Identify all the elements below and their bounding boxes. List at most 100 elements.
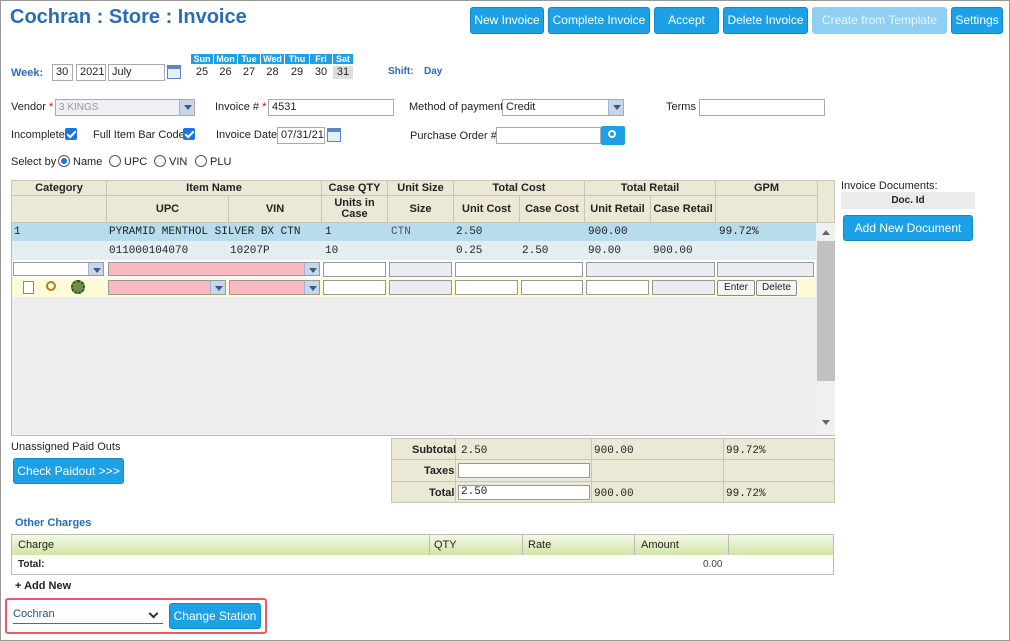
scroll-up-icon[interactable] (822, 230, 830, 235)
other-charges-header (12, 535, 833, 555)
delete-invoice-button[interactable]: Delete Invoice (723, 7, 808, 34)
divider (634, 535, 635, 555)
change-station-button[interactable]: Change Station (169, 603, 261, 629)
add-document-button[interactable]: Add New Document (843, 215, 973, 241)
search-button[interactable] (601, 126, 625, 145)
total-label: Total (429, 487, 455, 499)
grid-scrollbar[interactable] (817, 223, 835, 435)
calendar-icon[interactable] (327, 128, 341, 142)
new-invoice-button[interactable]: New Invoice (470, 7, 544, 34)
payment-method-select[interactable]: Credit (502, 99, 624, 116)
unit-size-input (389, 262, 452, 277)
divider (429, 535, 430, 555)
day-number-sat[interactable]: 31 (333, 66, 353, 79)
unit-retail-input[interactable] (586, 280, 649, 295)
row-units: 10 (325, 245, 339, 257)
day-header-thu: Thu (285, 54, 309, 64)
scroll-down-icon[interactable] (822, 420, 830, 425)
gear-icon[interactable] (71, 280, 85, 294)
select-by-upc-radio[interactable] (109, 155, 121, 167)
week-month-input[interactable]: July (108, 64, 165, 81)
day-number-sun[interactable]: 25 (191, 66, 213, 79)
units-in-case-input[interactable] (323, 280, 386, 295)
upc-input[interactable] (108, 280, 226, 295)
select-by-plu-radio[interactable] (195, 155, 207, 167)
terms-input[interactable] (699, 99, 825, 116)
table-row[interactable]: 1 PYRAMID MENTHOL SILVER BX CTN 1 CTN 2.… (12, 223, 816, 241)
full-barcode-label: Full Item Bar Code (93, 129, 185, 141)
header-blank-gpm (715, 195, 818, 223)
charges-total-value: 0.00 (703, 559, 723, 570)
row-case-cost: 2.50 (522, 245, 549, 257)
paidouts-label: Unassigned Paid Outs (11, 441, 121, 453)
row-unit-cost: 0.25 (456, 245, 483, 257)
subtotal-retail: 900.00 (594, 445, 634, 457)
total-cost-input[interactable] (455, 262, 583, 277)
day-number-wed[interactable]: 28 (261, 66, 284, 79)
invoice-number-label: Invoice # * (215, 101, 267, 113)
full-barcode-checkbox[interactable] (183, 128, 195, 140)
accept-button[interactable]: Accept (654, 7, 719, 34)
invoice-date-input[interactable]: 07/31/21 (277, 127, 325, 144)
day-header-wed: Wed (261, 54, 284, 64)
purchase-order-input[interactable] (496, 127, 601, 144)
select-by-name-radio[interactable] (58, 155, 70, 167)
case-cost-input[interactable] (521, 280, 583, 295)
qty-header: QTY (434, 539, 457, 551)
row-total-retail: 900.00 (588, 226, 628, 238)
scrollbar-thumb[interactable] (817, 241, 835, 381)
unit-cost-input[interactable] (455, 280, 518, 295)
item-name-input[interactable] (108, 262, 320, 276)
delete-row-button[interactable]: Delete (756, 280, 797, 296)
day-header-fri: Fri (310, 54, 332, 64)
add-new-charge-link[interactable]: + Add New (15, 580, 71, 592)
taxes-input[interactable] (458, 463, 590, 478)
vin-input[interactable] (229, 280, 320, 295)
week-day-input[interactable]: 30 (52, 64, 73, 81)
day-number-mon[interactable]: 26 (214, 66, 237, 79)
vendor-select[interactable]: 3 KINGS (55, 99, 195, 116)
check-paidout-button[interactable]: Check Paidout >>> (13, 458, 124, 484)
table-row[interactable]: 011000104070 10207P 10 0.25 2.50 90.00 9… (12, 241, 816, 260)
category-select[interactable] (13, 262, 104, 276)
header-units-in-case: Units in Case (321, 195, 388, 223)
chevron-down-icon (88, 263, 103, 275)
header-item-name: Item Name (106, 180, 322, 196)
search-icon (608, 130, 616, 138)
new-item-icon[interactable] (23, 281, 34, 294)
row-unit-retail: 90.00 (588, 245, 622, 257)
day-number-fri[interactable]: 30 (310, 66, 332, 79)
chevron-down-icon (304, 281, 319, 294)
station-select[interactable]: Cochran (13, 608, 163, 624)
magnifier-icon[interactable] (46, 281, 56, 291)
incomplete-checkbox[interactable] (65, 128, 77, 140)
purchase-order-label: Purchase Order # (410, 130, 497, 142)
enter-button[interactable]: Enter (717, 280, 755, 296)
header-gpm: GPM (715, 180, 818, 196)
row-unit-size: CTN (391, 226, 411, 238)
row-vin: 10207P (230, 245, 270, 257)
day-number-tue[interactable]: 27 (238, 66, 260, 79)
select-by-vin-radio[interactable] (154, 155, 166, 167)
divider (391, 481, 835, 482)
page-title: Cochran : Store : Invoice (10, 6, 247, 28)
select-by-vin-label: VIN (169, 156, 188, 168)
create-from-template-button[interactable]: Create from Template (812, 7, 947, 34)
complete-invoice-button[interactable]: Complete Invoice (548, 7, 650, 34)
header-filler (817, 180, 835, 223)
case-qty-input[interactable] (323, 262, 386, 277)
chevron-down-icon (304, 263, 319, 275)
calendar-icon[interactable] (167, 65, 181, 79)
divider (723, 438, 724, 503)
chevron-down-icon (210, 281, 225, 294)
invoice-number-input[interactable]: 4531 (268, 99, 394, 116)
divider (391, 459, 835, 460)
week-year-input[interactable]: 2021 (76, 64, 106, 81)
settings-button[interactable]: Settings (951, 7, 1003, 34)
size-input (389, 280, 452, 295)
total-cost-field[interactable]: 2.50 (458, 485, 590, 500)
day-number-thu[interactable]: 29 (285, 66, 309, 79)
total-retail: 900.00 (594, 488, 634, 500)
header-blank (11, 195, 107, 223)
day-header-tue: Tue (238, 54, 260, 64)
